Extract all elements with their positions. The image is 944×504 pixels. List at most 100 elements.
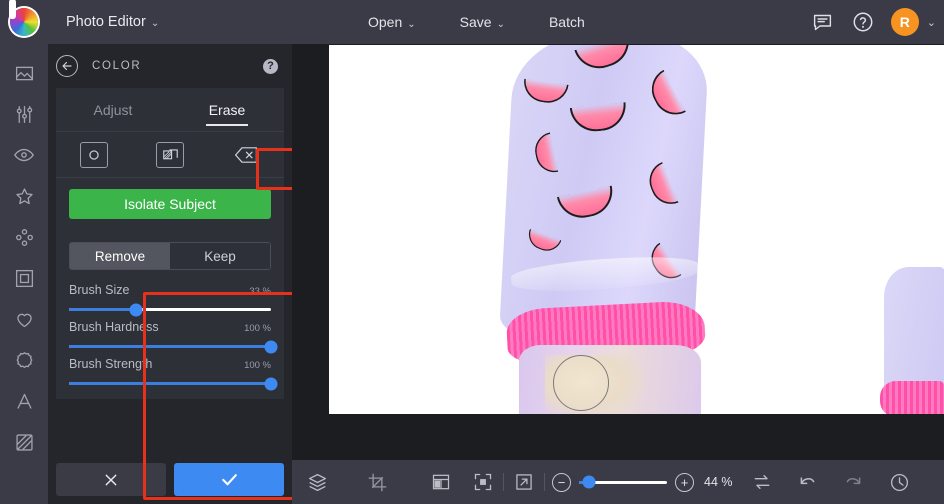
brush-tool-icon[interactable] [80,142,108,168]
toolbar-divider [544,473,545,491]
fit-screen-icon[interactable] [470,469,496,495]
app-title-menu[interactable]: Photo Editor ⌄ [56,8,169,36]
panel-tabs: Adjust Erase [56,88,284,132]
brush-sliders: Brush Size 33 % Brush Hardness 100 % [56,270,284,399]
photo-editor-app: Photo Editor ⌄ Open ⌄ Save ⌄ Batch [0,0,944,504]
brush-cursor-circle [553,355,609,411]
left-tool-rail [0,44,48,504]
erase-tool-icon[interactable] [232,142,260,168]
help-icon[interactable] [851,10,875,34]
second-sock-cuff [880,381,944,414]
isolate-subject-button[interactable]: Isolate Subject [69,189,271,219]
brush-hardness-fill [69,345,271,348]
brush-size-slider: Brush Size 33 % [69,280,271,311]
brush-strength-slider: Brush Strength 100 % [69,348,271,385]
top-menu-group: Open ⌄ Save ⌄ Batch [358,0,595,44]
close-x-icon [103,472,119,488]
toolbar-divider [503,473,504,491]
sidebar-item-image[interactable] [10,61,38,85]
zoom-out-button[interactable]: − [552,473,571,492]
zoom-out-label: − [558,476,566,489]
mode-keep[interactable]: Keep [170,243,270,269]
batch-label: Batch [549,14,585,30]
layers-icon[interactable] [304,469,330,495]
canvas-area[interactable] [292,44,944,460]
brush-size-value: 33 % [249,286,271,297]
compare-split-icon[interactable] [428,469,454,495]
avatar[interactable]: R [891,8,919,36]
back-arrow-icon[interactable] [56,55,78,77]
open-button[interactable]: Open ⌄ [358,8,426,36]
brush-hardness-knob[interactable] [265,340,278,353]
brush-strength-track[interactable] [69,382,271,385]
sidebar-item-favorites[interactable] [10,184,38,208]
confirm-button[interactable] [174,463,284,496]
chevron-down-icon: ⌄ [407,19,415,30]
mode-segmented-control-wrap: Remove Keep [56,232,284,270]
zoom-in-button[interactable]: + [675,473,694,492]
brush-strength-label: Brush Strength [69,357,152,371]
brush-hardness-header: Brush Hardness 100 % [69,320,271,334]
panel-footer [48,455,292,504]
app-logo[interactable] [0,0,48,44]
leg-with-sock [499,45,709,414]
zoom-slider-knob[interactable] [583,476,596,489]
expand-arrow-icon[interactable] [511,469,537,495]
cancel-button[interactable] [56,463,166,496]
top-toolbar: Photo Editor ⌄ Open ⌄ Save ⌄ Batch [0,0,944,44]
sidebar-item-retouch[interactable] [10,225,38,249]
swap-compare-icon[interactable] [749,469,775,495]
transparency-tool-icon[interactable] [156,142,184,168]
chevron-down-icon: ⌄ [151,18,159,29]
avatar-initial: R [900,14,910,30]
sidebar-item-stickers[interactable] [10,307,38,331]
chevron-down-icon: ⌄ [497,19,505,30]
mode-segmented-control: Remove Keep [69,242,271,270]
tab-adjust-label: Adjust [94,102,133,118]
mode-keep-label: Keep [204,249,236,264]
save-button[interactable]: Save ⌄ [450,8,515,36]
isolate-subject-label: Isolate Subject [124,196,216,212]
mode-remove[interactable]: Remove [70,243,170,269]
isolate-subject-section: Isolate Subject [56,178,284,232]
brush-size-label: Brush Size [69,283,129,297]
brush-hardness-label: Brush Hardness [69,320,159,334]
sidebar-item-badges[interactable] [10,348,38,372]
history-icon[interactable] [887,469,913,495]
page-title: COLOR [92,60,263,72]
panel-help-icon[interactable]: ? [263,59,278,74]
brush-strength-knob[interactable] [265,377,278,390]
feedback-icon[interactable] [811,10,835,34]
sidebar-item-texture[interactable] [10,430,38,454]
open-label: Open [368,14,402,30]
sidebar-item-adjust[interactable] [10,102,38,126]
undo-icon[interactable] [795,469,821,495]
brush-size-track[interactable] [69,308,271,311]
batch-button[interactable]: Batch [539,8,595,36]
photo-canvas[interactable] [329,45,944,414]
brush-size-knob[interactable] [129,303,142,316]
crop-icon[interactable] [364,469,390,495]
zoom-slider[interactable] [579,481,667,484]
brush-hardness-track[interactable] [69,345,271,348]
sidebar-item-frames[interactable] [10,266,38,290]
tab-adjust[interactable]: Adjust [56,88,170,131]
brush-size-fill [69,308,136,311]
sidebar-item-effects[interactable] [10,143,38,167]
bottom-toolbar: − + 44 % [292,460,944,504]
tab-erase[interactable]: Erase [170,88,284,131]
brush-strength-header: Brush Strength 100 % [69,357,271,371]
zoom-in-label: + [681,476,689,489]
brush-strength-fill [69,382,271,385]
redo-icon[interactable] [841,469,867,495]
tab-erase-label: Erase [209,102,246,118]
brush-hardness-value: 100 % [244,323,271,334]
colorwheel-logo-icon [10,8,38,36]
brush-strength-value: 100 % [244,360,271,371]
sidebar-item-text[interactable] [10,389,38,413]
app-title-label: Photo Editor [66,14,146,30]
mode-remove-label: Remove [95,249,145,264]
save-label: Save [460,14,492,30]
avatar-chevron-down-icon[interactable]: ⌄ [927,16,936,29]
check-icon [220,470,239,489]
